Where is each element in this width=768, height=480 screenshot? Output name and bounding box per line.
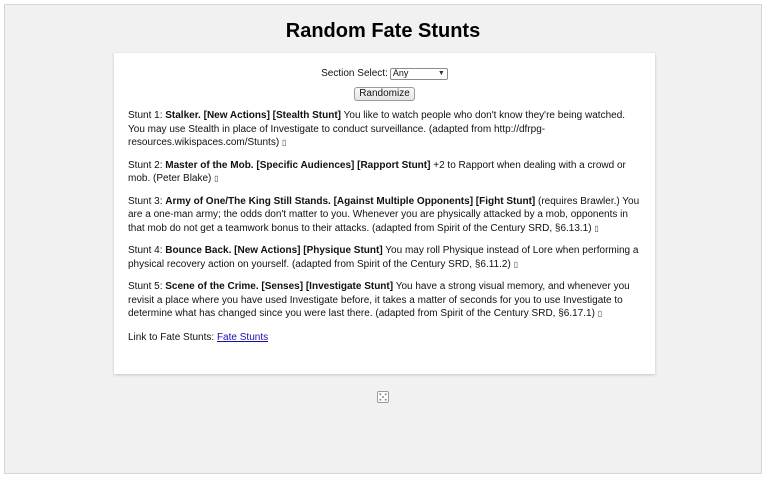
chevron-down-icon: ▼ xyxy=(437,70,445,78)
stunt-name: Stalker. [New Actions] [Stealth Stunt] xyxy=(165,110,342,121)
unknown-glyph-icon: ▯ xyxy=(597,309,603,318)
stunt-name: Bounce Back. [New Actions] [Physique Stu… xyxy=(165,245,383,256)
stunt-item: Stunt 3: Army of One/The King Still Stan… xyxy=(128,195,641,236)
stunt-prefix: Stunt 3: xyxy=(128,195,163,207)
section-select-label: Section Select: xyxy=(321,68,388,80)
stunt-prefix: Stunt 4: xyxy=(128,245,163,256)
unknown-glyph-icon: ▯ xyxy=(594,223,599,233)
dice-icon xyxy=(377,391,389,403)
stunt-name: Scene of the Crime. [Senses] [Investigat… xyxy=(165,281,394,292)
unknown-glyph-icon: ▯ xyxy=(281,138,287,147)
section-select-value: Any xyxy=(392,68,409,79)
page-frame: Random Fate Stunts Section Select: Any ▼… xyxy=(4,4,762,474)
section-select[interactable]: Any ▼ xyxy=(389,68,448,80)
stunt-name: Master of the Mob. [Specific Audiences] … xyxy=(165,159,431,171)
stunt-item: Stunt 1: Stalker. [New Actions] [Stealth… xyxy=(128,109,641,150)
page-title: Random Fate Stunts xyxy=(285,20,481,42)
section-select-row: Section Select: Any ▼ xyxy=(128,67,641,81)
stunt-prefix: Stunt 2: xyxy=(128,159,163,171)
fate-stunts-link[interactable]: Fate Stunts xyxy=(217,332,268,343)
stunt-item: Stunt 4: Bounce Back. [New Actions] [Phy… xyxy=(128,244,641,271)
randomize-button[interactable]: Randomize xyxy=(354,87,415,101)
stunts-card: Section Select: Any ▼ Randomize Stunt 1:… xyxy=(114,53,655,374)
fate-stunts-link-row: Link to Fate Stunts: Fate Stunts xyxy=(128,331,641,345)
link-label: Link to Fate Stunts: xyxy=(128,331,215,343)
stunt-prefix: Stunt 5: xyxy=(128,281,163,292)
unknown-glyph-icon: ▯ xyxy=(214,174,219,183)
unknown-glyph-icon: ▯ xyxy=(513,259,518,269)
stunt-item: Stunt 2: Master of the Mob. [Specific Au… xyxy=(128,159,641,186)
stunt-item: Stunt 5: Scene of the Crime. [Senses] [I… xyxy=(128,280,641,321)
stunt-prefix: Stunt 1: xyxy=(128,110,163,121)
stunt-name: Army of One/The King Still Stands. [Agai… xyxy=(165,195,536,207)
